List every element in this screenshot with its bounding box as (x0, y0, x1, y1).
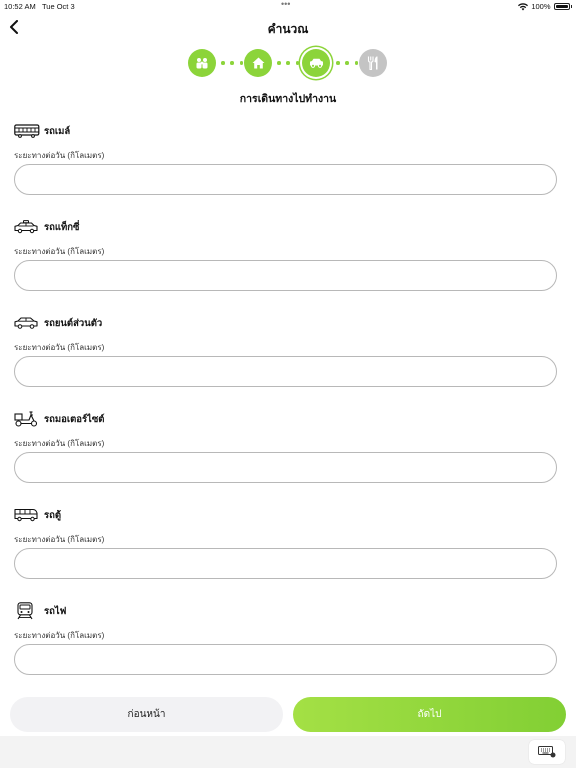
wifi-icon (518, 2, 529, 10)
field-van: รถตู้ ระยะทางต่อวัน (กิโลเมตร) (14, 507, 557, 579)
motorcycle-distance-input[interactable] (14, 452, 557, 483)
bus-distance-input[interactable] (14, 164, 557, 195)
field-label: ระยะทางต่อวัน (กิโลเมตร) (14, 343, 105, 352)
section-title: การเดินทางไปทำงาน (239, 93, 337, 105)
status-time: 10:52 AM Tue Oct 3 (4, 2, 75, 11)
bottom-action-bar: ก่อนหน้า ถัดไป (0, 690, 576, 768)
battery-percent: 100% (531, 2, 551, 11)
utensils-icon (367, 56, 378, 70)
page-title: คำนวณ (267, 22, 309, 36)
private-car-distance-input[interactable] (14, 356, 557, 387)
progress-stepper (188, 49, 388, 79)
field-private-car: รถยนต์ส่วนตัว ระยะทางต่อวัน (กิโลเมตร) (14, 315, 557, 387)
train-icon (14, 602, 40, 620)
step-travel (302, 49, 330, 77)
previous-button[interactable]: ก่อนหน้า (10, 697, 283, 732)
taxi-icon (14, 219, 40, 235)
bus-icon (14, 123, 40, 139)
field-title: รถแท็กซี่ (44, 221, 80, 233)
step-connector (336, 61, 358, 65)
keyboard-shortcut-bar (0, 736, 576, 768)
field-label: ระยะทางต่อวัน (กิโลเมตร) (14, 247, 105, 256)
field-title: รถตู้ (44, 509, 62, 521)
people-icon (196, 58, 208, 69)
step-food (359, 49, 387, 77)
keyboard-toggle-button[interactable] (529, 740, 565, 764)
status-bar: 10:52 AM Tue Oct 3 ••• 100% (0, 0, 576, 14)
van-icon (14, 507, 40, 523)
field-title: รถยนต์ส่วนตัว (44, 317, 103, 329)
step-home (244, 49, 272, 77)
field-label: ระยะทางต่อวัน (กิโลเมตร) (14, 535, 105, 544)
field-taxi: รถแท็กซี่ ระยะทางต่อวัน (กิโลเมตร) (14, 219, 557, 291)
battery-icon (553, 3, 570, 10)
car-icon (14, 315, 40, 331)
step-people (188, 49, 216, 77)
car-icon (309, 58, 323, 68)
taxi-distance-input[interactable] (14, 260, 557, 291)
train-distance-input[interactable] (14, 644, 557, 675)
next-button[interactable]: ถัดไป (293, 697, 566, 732)
motorcycle-icon (14, 411, 40, 427)
status-right: 100% (518, 2, 572, 11)
home-icon (252, 57, 264, 69)
keyboard-icon (538, 746, 556, 758)
field-motorcycle: รถมอเตอร์ไซต์ ระยะทางต่อวัน (กิโลเมตร) (14, 411, 557, 483)
field-train: รถไฟ ระยะทางต่อวัน (กิโลเมตร) (14, 602, 557, 675)
step-connector (221, 61, 243, 65)
step-connector (277, 61, 299, 65)
field-title: รถมอเตอร์ไซต์ (44, 413, 105, 425)
van-distance-input[interactable] (14, 548, 557, 579)
multitasking-dots[interactable]: ••• (281, 0, 290, 9)
field-label: ระยะทางต่อวัน (กิโลเมตร) (14, 439, 105, 448)
nav-bar: คำนวณ (0, 14, 576, 40)
field-label: ระยะทางต่อวัน (กิโลเมตร) (14, 631, 105, 640)
field-title: รถไฟ (44, 605, 67, 617)
field-title: รถเมล์ (44, 125, 71, 137)
field-bus: รถเมล์ ระยะทางต่อวัน (กิโลเมตร) (14, 123, 557, 195)
field-label: ระยะทางต่อวัน (กิโลเมตร) (14, 151, 105, 160)
